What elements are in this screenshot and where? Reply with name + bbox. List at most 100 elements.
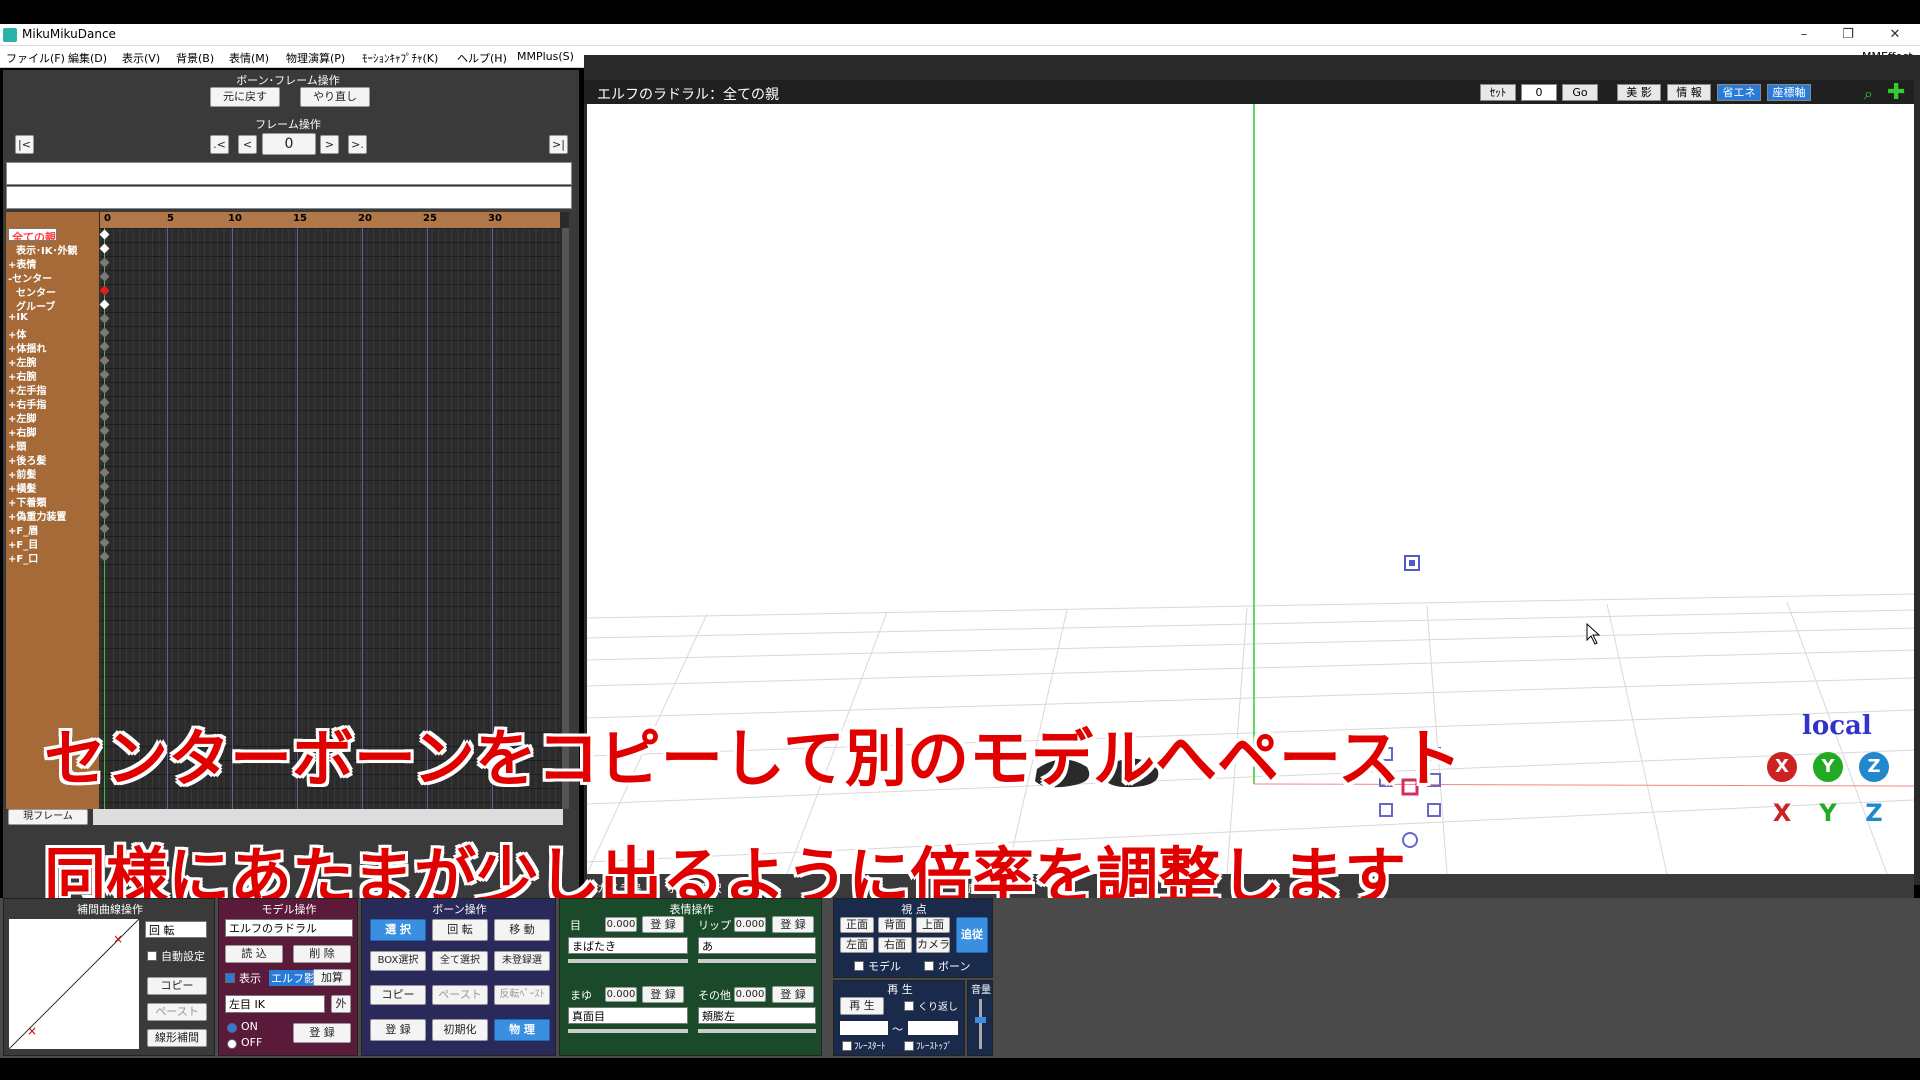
bone-paste-button[interactable]: ペースト — [432, 985, 488, 1005]
view-front-button[interactable]: 正面 — [840, 917, 874, 933]
next-frame-button[interactable]: > — [320, 135, 339, 154]
last-frame-button[interactable]: >| — [549, 135, 568, 154]
bone-row[interactable]: +左脚 — [8, 410, 36, 425]
move-x-icon[interactable]: X — [1767, 798, 1797, 828]
interp-type-select[interactable]: 回 転 — [145, 921, 207, 938]
next-key-button[interactable]: >. — [348, 135, 367, 154]
reverse-paste-button[interactable]: 反転ﾍﾟｰｽﾄ — [494, 985, 550, 1005]
other-slider[interactable] — [698, 1029, 816, 1033]
box-select-button[interactable]: BOX選択 — [370, 951, 426, 971]
bone-register-button[interactable]: 登 録 — [370, 1019, 426, 1041]
interp-curve[interactable]: × × — [9, 919, 139, 1049]
outer-parent-button[interactable]: 外 — [331, 995, 351, 1013]
eco-button[interactable]: 省エネ — [1717, 84, 1761, 101]
bone-row[interactable]: +左手指 — [8, 382, 46, 397]
other-value[interactable]: 0.000 — [734, 987, 766, 1002]
bone-row[interactable]: +体揺れ — [8, 340, 46, 355]
show-model-checkbox[interactable] — [225, 973, 235, 983]
add-icon[interactable]: ✚ — [1887, 80, 1905, 105]
bone-row[interactable]: 全ての親 — [8, 228, 57, 241]
current-frame-button[interactable]: 現フレーム — [8, 809, 88, 825]
move-y-icon[interactable]: Y — [1813, 798, 1843, 828]
frame-start-checkbox[interactable] — [842, 1041, 852, 1051]
undo-button[interactable]: 元に戻す — [210, 87, 280, 107]
view-bone-checkbox[interactable] — [924, 961, 934, 971]
play-end-input[interactable] — [908, 1021, 958, 1035]
view-camera-button[interactable]: カメラ — [916, 937, 950, 953]
lip-value[interactable]: 0.000 — [734, 917, 766, 932]
load-model-button[interactable]: 読 込 — [225, 945, 283, 963]
elf-shadow-toggle[interactable]: エルフ影 — [269, 970, 317, 986]
eye-register-button[interactable]: 登 録 — [642, 916, 684, 933]
prev-frame-button[interactable]: < — [238, 135, 257, 154]
volume-slider[interactable] — [979, 999, 982, 1049]
lip-register-button[interactable]: 登 録 — [772, 916, 814, 933]
rotate-y-icon[interactable]: Y — [1813, 752, 1843, 782]
bone-row[interactable]: センター — [8, 284, 56, 299]
menu-file[interactable]: ファイル(F) — [6, 50, 65, 66]
bone-row[interactable]: +F_口 — [8, 550, 38, 565]
eye-slider[interactable] — [568, 959, 688, 963]
bone-row[interactable]: グルーブ — [8, 298, 55, 313]
bone-rotate-button[interactable]: 回 転 — [432, 919, 488, 941]
delete-model-button[interactable]: 削 除 — [293, 945, 351, 963]
rotate-x-icon[interactable]: X — [1767, 752, 1797, 782]
bone-row[interactable]: -センター — [8, 270, 52, 285]
menu-physics[interactable]: 物理演算(P) — [286, 50, 345, 66]
bone-row[interactable]: +前髪 — [8, 466, 36, 481]
redo-button[interactable]: やり直し — [300, 87, 370, 107]
bone-row[interactable]: +体 — [8, 326, 26, 341]
close-button[interactable]: ✕ — [1875, 25, 1915, 45]
minimize-button[interactable]: – — [1784, 25, 1824, 45]
bone-row[interactable]: +偽重力装置 — [8, 508, 66, 523]
brow-morph-select[interactable]: 真面目 — [568, 1007, 688, 1024]
set-button[interactable]: ｾｯﾄ — [1480, 84, 1516, 101]
model-register-button[interactable]: 登 録 — [293, 1023, 351, 1043]
zoom-icon[interactable]: ⌕ — [1864, 84, 1873, 104]
interp-paste-button[interactable]: ペースト — [147, 1003, 207, 1021]
bone-row[interactable]: 表示･IK･外観 — [8, 242, 77, 257]
play-button[interactable]: 再 生 — [840, 997, 884, 1015]
outer-parent-bone-select[interactable]: 左目 IK — [225, 995, 325, 1013]
view-top-button[interactable]: 上面 — [916, 917, 950, 933]
move-z-icon[interactable]: Z — [1859, 798, 1889, 828]
repeat-checkbox[interactable] — [904, 1001, 914, 1011]
brow-register-button[interactable]: 登 録 — [642, 986, 684, 1003]
go-button[interactable]: Go — [1562, 84, 1598, 101]
info-button[interactable]: 情 報 — [1667, 84, 1711, 101]
rotate-z-icon[interactable]: Z — [1859, 752, 1889, 782]
bone-row[interactable]: +頭 — [8, 438, 26, 453]
physics-button[interactable]: 物 理 — [494, 1019, 550, 1041]
bone-move-button[interactable]: 移 動 — [494, 919, 550, 941]
bone-row[interactable]: +右脚 — [8, 424, 36, 439]
view-back-button[interactable]: 背面 — [878, 917, 912, 933]
select-all-button[interactable]: 全て選択 — [432, 951, 488, 971]
brow-slider[interactable] — [568, 1029, 688, 1033]
maximize-button[interactable]: ❐ — [1828, 25, 1868, 45]
menu-background[interactable]: 背景(B) — [176, 50, 214, 66]
bone-row[interactable]: +IK — [8, 312, 28, 325]
play-start-input[interactable] — [840, 1021, 888, 1035]
bone-row[interactable]: +F_目 — [8, 536, 38, 551]
eye-value[interactable]: 0.000 — [605, 917, 637, 932]
background-button[interactable]: 美 影 — [1617, 84, 1661, 101]
bone-copy-button[interactable]: コピー — [370, 985, 426, 1005]
frame-number-input[interactable]: 0 — [262, 133, 316, 155]
frame-input[interactable]: 0 — [1521, 84, 1557, 101]
lip-slider[interactable] — [698, 959, 816, 963]
view-left-button[interactable]: 左面 — [840, 937, 874, 953]
bone-row[interactable]: +後ろ髪 — [8, 452, 46, 467]
bone-reset-button[interactable]: 初期化 — [432, 1019, 488, 1041]
view-right-button[interactable]: 右面 — [878, 937, 912, 953]
interp-copy-button[interactable]: コピー — [147, 977, 207, 995]
menu-edit[interactable]: 編集(D) — [68, 50, 107, 66]
axis-button[interactable]: 座標軸 — [1767, 84, 1811, 101]
frame-stop-checkbox[interactable] — [904, 1041, 914, 1051]
bone-row[interactable]: +左腕 — [8, 354, 36, 369]
menu-motion-capture[interactable]: ﾓｰｼｮﾝｷｬﾌﾟﾁｬ(K) — [362, 50, 438, 66]
bone-row[interactable]: +表情 — [8, 256, 36, 271]
view-model-checkbox[interactable] — [854, 961, 864, 971]
follow-button[interactable]: 追従 — [956, 917, 988, 953]
menu-help[interactable]: ヘルプ(H) — [457, 50, 507, 66]
off-radio[interactable] — [227, 1039, 237, 1049]
